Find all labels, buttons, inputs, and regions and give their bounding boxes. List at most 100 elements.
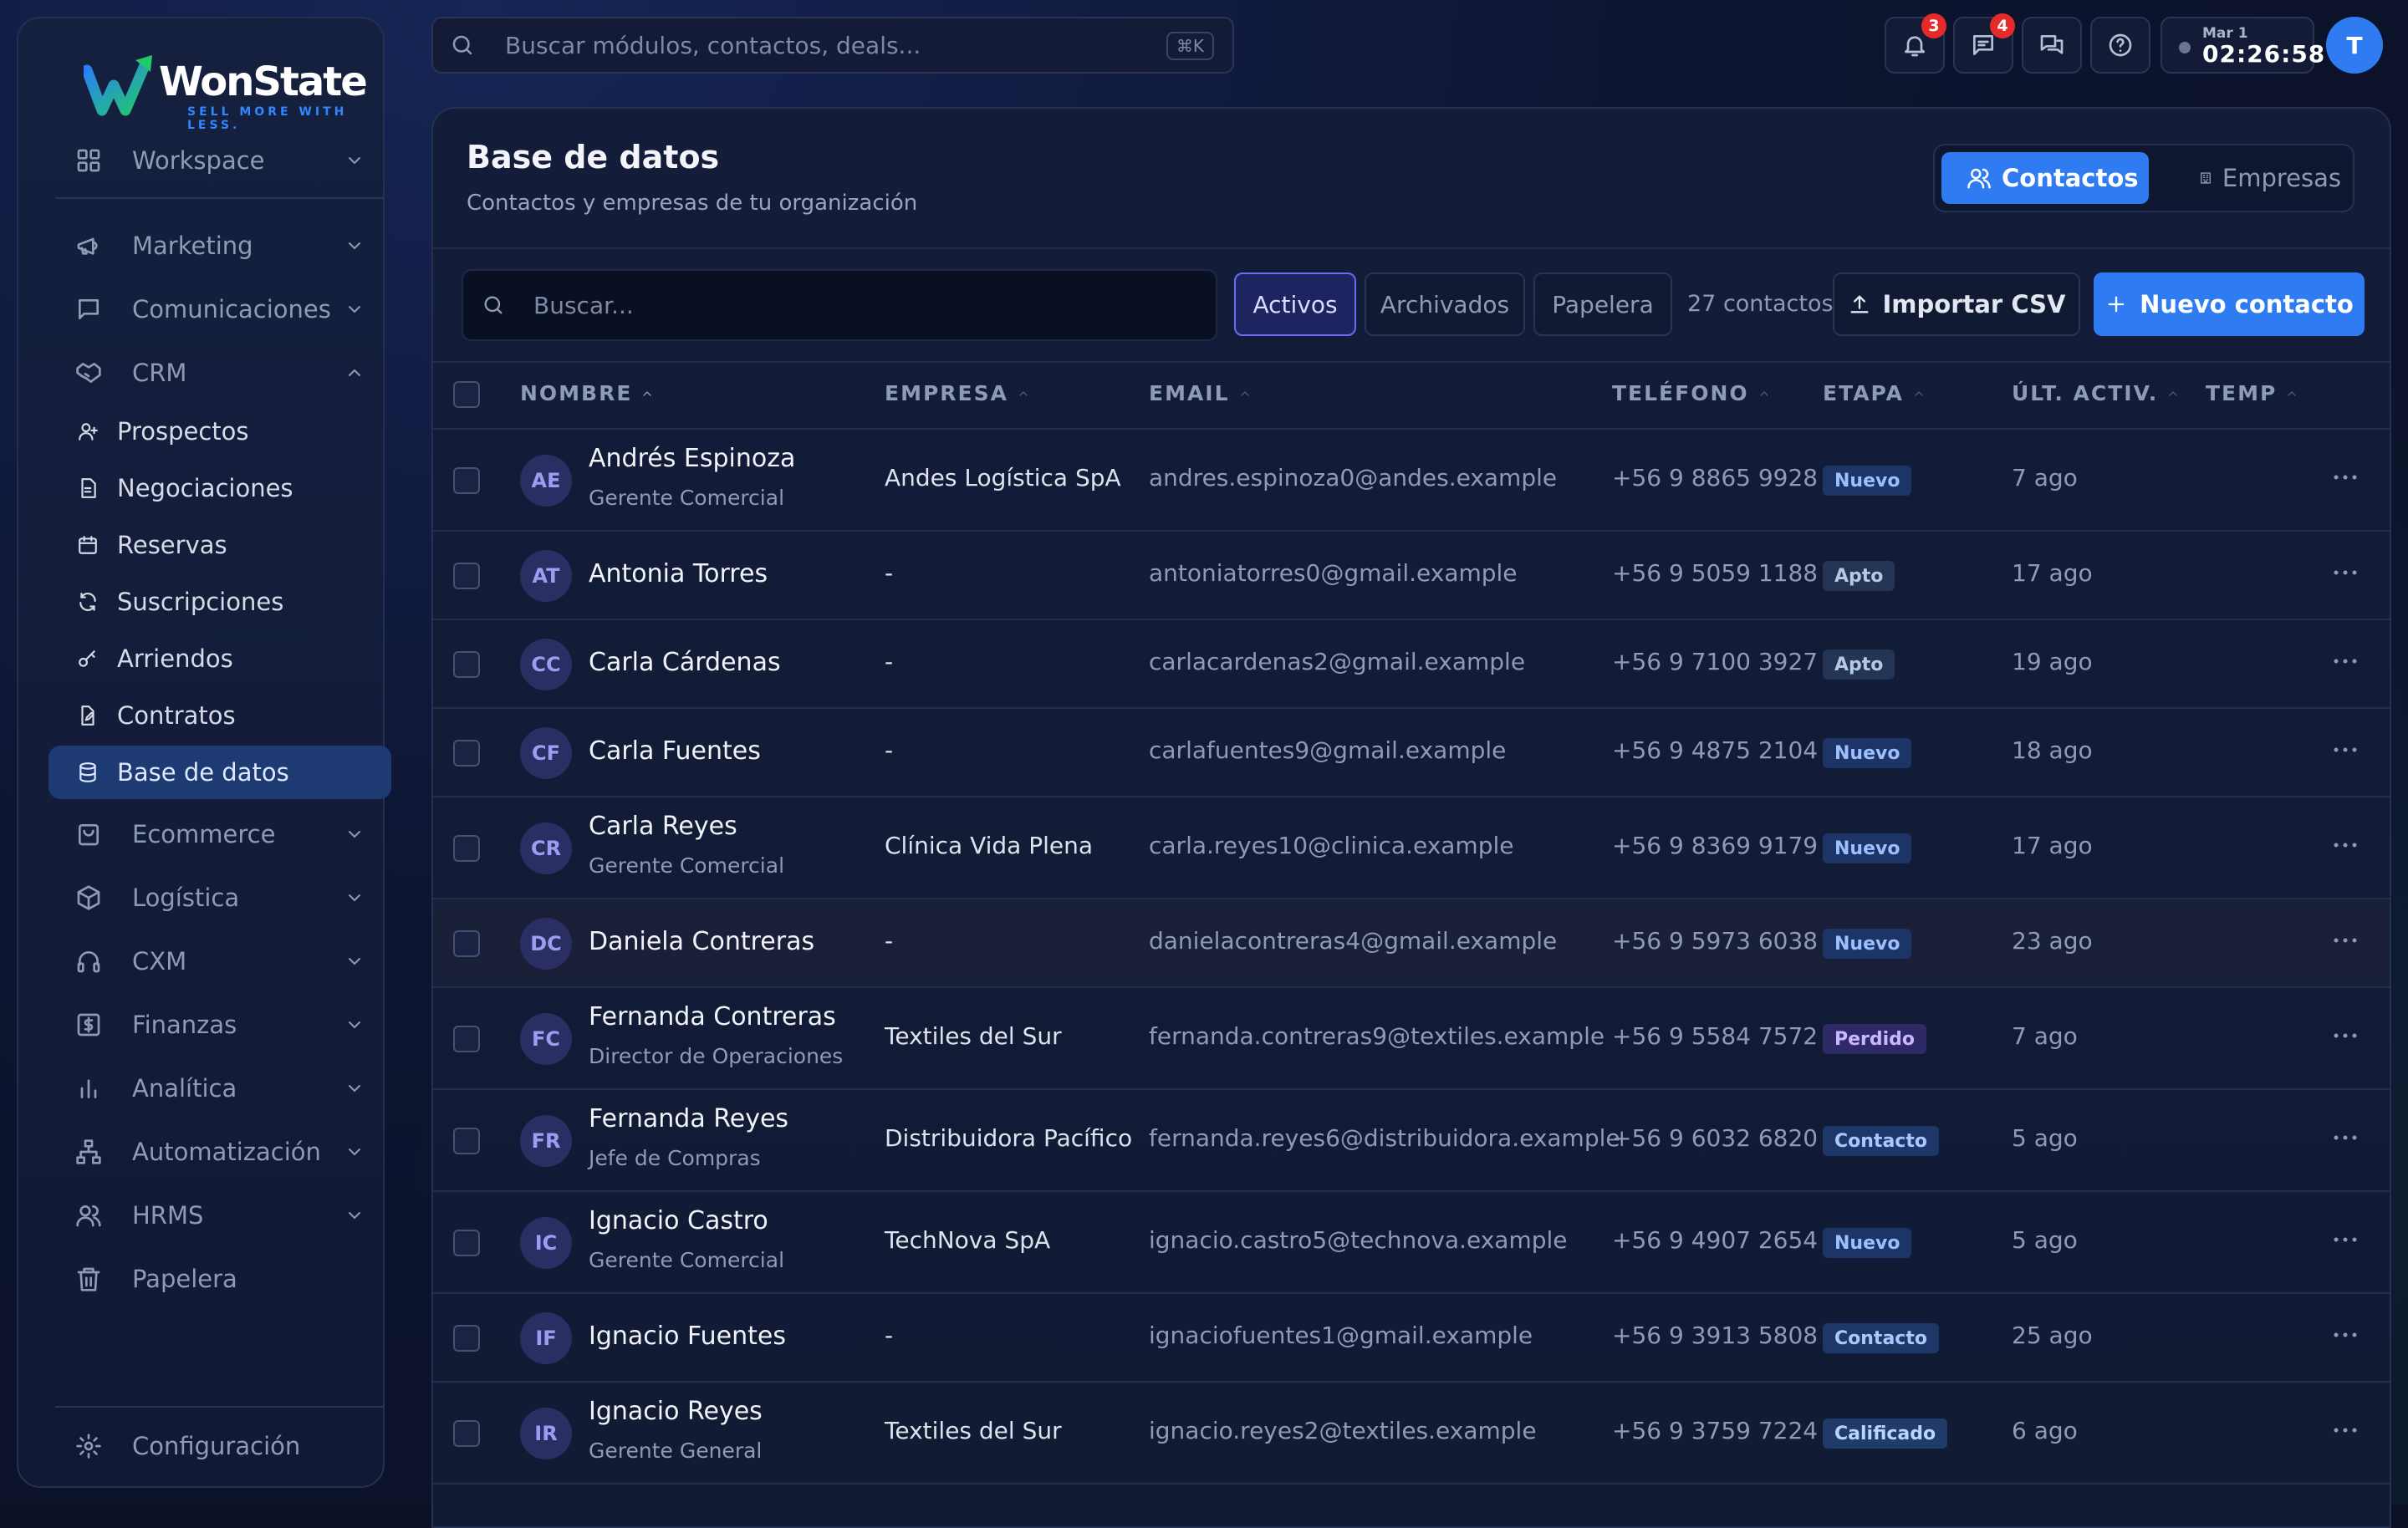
table-row[interactable]: FR Fernanda Reyes Jefe de Compras Distribui… <box>433 1090 2390 1192</box>
column-header-telefono[interactable]: TELÉFONO <box>1612 381 1771 405</box>
tab-label: Empresas <box>2222 164 2341 192</box>
sidebar-sub-contratos[interactable]: Contratos <box>48 689 391 742</box>
column-header-ult-activ[interactable]: ÚLT. ACTIV. <box>2012 381 2180 405</box>
sidebar-item-analitica[interactable]: Analítica <box>52 1062 386 1115</box>
messages-button[interactable]: 4 <box>1953 13 2015 74</box>
sidebar-item-cxm[interactable]: CXM <box>52 935 386 988</box>
contacts-count: 27 contactos <box>1687 291 1834 317</box>
row-checkbox[interactable] <box>453 1230 480 1256</box>
sidebar-sub-negociaciones[interactable]: Negociaciones <box>48 461 391 515</box>
last-activity: 5 ago <box>2012 1124 2078 1152</box>
calendar-icon <box>75 532 100 558</box>
contact-name[interactable]: Ignacio Castro <box>589 1206 768 1235</box>
row-checkbox[interactable] <box>453 1420 480 1447</box>
notifications-button[interactable]: 3 <box>1885 13 1946 74</box>
contact-name[interactable]: Fernanda Contreras <box>589 1002 836 1031</box>
column-header-temp[interactable]: TEMP <box>2206 381 2298 405</box>
more-options-icon[interactable] <box>2333 840 2358 850</box>
more-options-icon[interactable] <box>2333 472 2358 482</box>
brand-logo[interactable]: WonState SELL MORE WITH LESS. <box>65 40 368 132</box>
table-row[interactable]: CR Carla Reyes Gerente Comercial Clínica Vi… <box>433 797 2390 899</box>
user-avatar[interactable]: T <box>2326 17 2383 74</box>
row-checkbox[interactable] <box>453 563 480 589</box>
sidebar-item-workspace[interactable]: Workspace <box>52 134 386 187</box>
chat-button[interactable] <box>2022 17 2082 74</box>
table-row[interactable]: IC Ignacio Castro Gerente Comercial TechNov… <box>433 1192 2390 1294</box>
contact-phone: +56 9 7100 3927 <box>1612 648 1819 675</box>
handshake-icon <box>74 358 104 388</box>
more-options-icon[interactable] <box>2333 935 2358 945</box>
more-options-icon[interactable] <box>2333 1133 2358 1143</box>
select-all-checkbox[interactable] <box>453 381 480 408</box>
sidebar-item-logistica[interactable]: Logística <box>52 871 386 924</box>
sidebar-item-configuracion[interactable]: Configuración <box>52 1419 386 1473</box>
table-row[interactable]: FC Fernanda Contreras Director de Operacio… <box>433 988 2390 1090</box>
contact-name[interactable]: Ignacio Reyes <box>589 1397 763 1426</box>
more-options-icon[interactable] <box>2333 1425 2358 1435</box>
row-checkbox[interactable] <box>453 1026 480 1052</box>
sidebar-item-crm[interactable]: CRM <box>52 346 386 400</box>
filter-activos[interactable]: Activos <box>1234 272 1356 336</box>
sidebar-item-automatizacion[interactable]: Automatización <box>52 1125 386 1179</box>
sidebar-item-label: Workspace <box>132 146 265 175</box>
contact-name[interactable]: Carla Fuentes <box>589 736 761 766</box>
row-checkbox[interactable] <box>453 1325 480 1352</box>
sidebar-sub-reservas[interactable]: Reservas <box>48 518 391 572</box>
contact-role: Jefe de Compras <box>589 1146 761 1170</box>
table-row[interactable]: CF Carla Fuentes - carlafuentes9@gmail.exam… <box>433 709 2390 797</box>
column-header-nombre[interactable]: NOMBRE <box>520 381 654 405</box>
row-checkbox[interactable] <box>453 835 480 862</box>
contact-name[interactable]: Antonia Torres <box>589 559 768 588</box>
more-options-icon[interactable] <box>2333 1031 2358 1041</box>
contact-name[interactable]: Carla Reyes <box>589 812 737 841</box>
table-row[interactable]: IF Ignacio Fuentes - ignaciofuentes1@gmail.… <box>433 1294 2390 1383</box>
contacts-search[interactable]: Buscar... <box>462 269 1217 341</box>
row-checkbox[interactable] <box>453 1128 480 1154</box>
table-row[interactable]: AT Antonia Torres - antoniatorres0@gmail.ex… <box>433 532 2390 620</box>
table-row[interactable]: CC Carla Cárdenas - carlacardenas2@gmail.ex… <box>433 620 2390 709</box>
row-checkbox[interactable] <box>453 467 480 494</box>
row-checkbox[interactable] <box>453 651 480 678</box>
sidebar-item-marketing[interactable]: Marketing <box>52 219 386 272</box>
more-options-icon[interactable] <box>2333 1330 2358 1340</box>
more-options-icon[interactable] <box>2333 568 2358 578</box>
tab-empresas[interactable]: Empresas <box>2174 152 2341 204</box>
import-csv-button[interactable]: Importar CSV <box>1833 272 2080 336</box>
tab-contactos[interactable]: Contactos <box>1941 152 2149 204</box>
new-contact-button[interactable]: Nuevo contacto <box>2094 272 2365 336</box>
column-header-etapa[interactable]: ETAPA <box>1823 381 1926 405</box>
sidebar-item-papelera[interactable]: Papelera <box>52 1252 386 1306</box>
row-checkbox[interactable] <box>453 740 480 767</box>
sidebar-sub-label: Contratos <box>117 701 236 730</box>
sidebar-sub-arriendos[interactable]: Arriendos <box>48 632 391 685</box>
more-options-icon[interactable] <box>2333 745 2358 755</box>
contact-name[interactable]: Carla Cárdenas <box>589 648 781 677</box>
contact-email: carlacardenas2@gmail.example <box>1149 648 1526 675</box>
contact-name[interactable]: Andrés Espinoza <box>589 444 795 473</box>
sidebar-item-ecommerce[interactable]: Ecommerce <box>52 807 386 861</box>
column-header-label: TELÉFONO <box>1612 381 1749 405</box>
sidebar-sub-suscripciones[interactable]: Suscripciones <box>48 575 391 629</box>
sidebar-sub-prospectos[interactable]: Prospectos <box>48 405 391 458</box>
column-header-empresa[interactable]: EMPRESA <box>885 381 1030 405</box>
sidebar-sub-base-de-datos[interactable]: Base de datos <box>48 746 391 799</box>
filter-papelera[interactable]: Papelera <box>1533 272 1672 336</box>
filter-archivados[interactable]: Archivados <box>1365 272 1525 336</box>
row-checkbox[interactable] <box>453 930 480 957</box>
more-options-icon[interactable] <box>2333 656 2358 666</box>
contact-name[interactable]: Daniela Contreras <box>589 927 814 956</box>
contact-name[interactable]: Ignacio Fuentes <box>589 1322 786 1351</box>
sidebar-item-finanzas[interactable]: Finanzas <box>52 998 386 1052</box>
sidebar-item-comunicaciones[interactable]: Comunicaciones <box>52 283 386 336</box>
column-header-email[interactable]: EMAIL <box>1149 381 1252 405</box>
table-row[interactable]: IR Ignacio Reyes Gerente General Textiles d… <box>433 1383 2390 1485</box>
contact-name[interactable]: Fernanda Reyes <box>589 1104 788 1133</box>
building-icon <box>2200 172 2211 184</box>
sidebar-item-label: Finanzas <box>132 1011 237 1039</box>
table-row[interactable]: AE Andrés Espinoza Gerente Comercial Andes … <box>433 430 2390 532</box>
table-row[interactable]: DC Daniela Contreras - danielacontreras4@gm… <box>433 899 2390 988</box>
sidebar-item-hrms[interactable]: HRMS <box>52 1189 386 1242</box>
global-search[interactable]: Buscar módulos, contactos, deals... ⌘K <box>431 17 1234 74</box>
more-options-icon[interactable] <box>2333 1235 2358 1245</box>
help-button[interactable] <box>2090 17 2150 74</box>
